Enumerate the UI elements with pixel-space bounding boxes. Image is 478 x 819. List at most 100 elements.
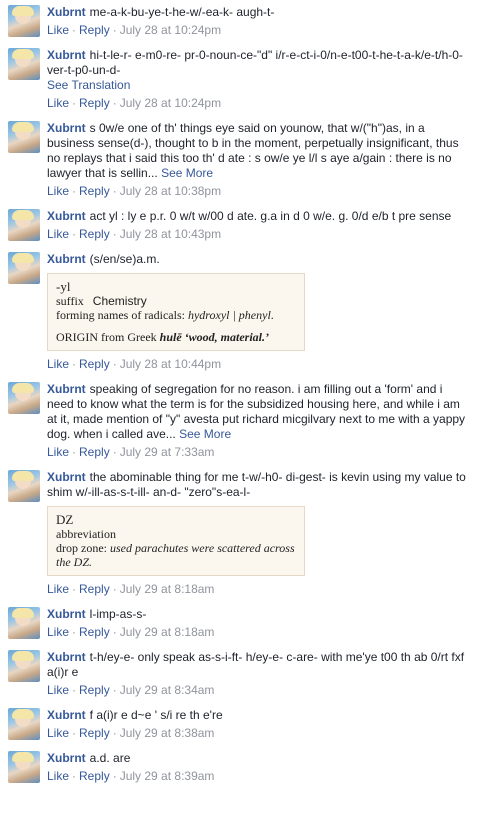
avatar[interactable]: [8, 708, 40, 740]
dict-origin-meaning: ‘wood, material.’: [184, 330, 269, 344]
avatar[interactable]: [8, 209, 40, 241]
comment-author[interactable]: Xubrnt: [47, 121, 86, 135]
timestamp[interactable]: July 29 at 8:34am: [120, 683, 215, 697]
reply-link[interactable]: Reply: [79, 96, 110, 110]
comment-text: f a(i)r e d~e ' s/i re th e're: [89, 708, 223, 722]
comment: Xubrnt speaking of segregation for no rea…: [0, 375, 478, 463]
see-translation-link[interactable]: See Translation: [47, 78, 472, 93]
like-link[interactable]: Like: [47, 582, 69, 596]
like-link[interactable]: Like: [47, 445, 69, 459]
reply-link[interactable]: Reply: [79, 445, 110, 459]
timestamp[interactable]: July 29 at 8:38am: [120, 726, 215, 740]
comment-text: hi-t-le-r- e-m0-re- pr-0-noun-ce-"d" i/r…: [47, 48, 463, 77]
comment: Xubrnt l-imp-as-s- Like · Reply · July 29 at …: [0, 600, 478, 643]
comment-actions: Like · Reply · July 28 at 10:24pm: [47, 96, 222, 110]
avatar[interactable]: [8, 382, 40, 414]
avatar[interactable]: [8, 121, 40, 153]
comment-author[interactable]: Xubrnt: [47, 751, 86, 765]
comment-text: speaking of segregation for no reason. i…: [47, 382, 466, 441]
timestamp[interactable]: July 28 at 10:24pm: [120, 96, 221, 110]
timestamp[interactable]: July 29 at 8:18am: [120, 625, 215, 639]
like-link[interactable]: Like: [47, 625, 69, 639]
timestamp[interactable]: July 28 at 10:38pm: [120, 184, 221, 198]
comment-body: Xubrnt act yl : ly e p.r. 0 w/t w/00 d at…: [47, 209, 472, 242]
reply-link[interactable]: Reply: [79, 23, 110, 37]
comment: Xubrnt a.d. are Like · Reply · July 29 at 8:3…: [0, 744, 478, 787]
comment-text: l-imp-as-s-: [89, 607, 147, 621]
see-more-link[interactable]: See More: [179, 427, 231, 441]
avatar[interactable]: [8, 470, 40, 502]
comment: Xubrnt hi-t-le-r- e-m0-re- pr-0-noun-ce-"…: [0, 41, 478, 114]
comment-actions: Like · Reply · July 28 at 10:24pm: [47, 23, 222, 37]
comment: Xubrnt s 0w/e one of th' things eye said …: [0, 114, 478, 202]
dict-headword: DZ: [56, 512, 74, 527]
comment: Xubrnt act yl : ly e p.r. 0 w/t w/00 d at…: [0, 202, 478, 245]
comment-body: Xubrnt (s/en/se)a.m. -yl suffix Chemistry…: [47, 252, 472, 372]
comment-body: Xubrnt hi-t-le-r- e-m0-re- pr-0-noun-ce-"…: [47, 48, 472, 111]
avatar[interactable]: [8, 48, 40, 80]
comment-body: Xubrnt a.d. are Like · Reply · July 29 at 8:3…: [47, 751, 472, 784]
timestamp[interactable]: July 28 at 10:24pm: [120, 23, 221, 37]
like-link[interactable]: Like: [47, 184, 69, 198]
like-link[interactable]: Like: [47, 23, 69, 37]
like-link[interactable]: Like: [47, 726, 69, 740]
timestamp[interactable]: July 29 at 8:39am: [120, 769, 215, 783]
comment-author[interactable]: Xubrnt: [47, 708, 86, 722]
avatar[interactable]: [8, 252, 40, 284]
like-link[interactable]: Like: [47, 227, 69, 241]
reply-link[interactable]: Reply: [79, 769, 110, 783]
reply-link[interactable]: Reply: [79, 582, 110, 596]
comment-author[interactable]: Xubrnt: [47, 470, 86, 484]
dictionary-image[interactable]: DZ abbreviation drop zone: used parachut…: [47, 506, 305, 576]
see-more-link[interactable]: See More: [161, 166, 213, 180]
comment-author[interactable]: Xubrnt: [47, 382, 86, 396]
reply-link[interactable]: Reply: [79, 683, 110, 697]
comment: Xubrnt the abominable thing for me t-w/-h…: [0, 463, 478, 600]
like-link[interactable]: Like: [47, 357, 69, 371]
comment-text: act yl : ly e p.r. 0 w/t w/00 d ate. g.a…: [89, 209, 452, 223]
comment-text: s 0w/e one of th' things eye said on you…: [47, 121, 459, 180]
comment-actions: Like · Reply · July 29 at 8:18am: [47, 625, 215, 639]
dict-pos: abbreviation: [56, 527, 116, 541]
timestamp[interactable]: July 28 at 10:43pm: [120, 227, 221, 241]
like-link[interactable]: Like: [47, 769, 69, 783]
dict-definition: forming names of radicals:: [56, 308, 185, 322]
comment-actions: Like · Reply · July 29 at 8:18am: [47, 582, 215, 596]
reply-link[interactable]: Reply: [79, 227, 110, 241]
comment-body: Xubrnt f a(i)r e d~e ' s/i re th e're Lik…: [47, 708, 472, 741]
dict-examples: hydroxyl | phenyl: [187, 308, 271, 322]
dict-origin-text: from Greek: [101, 330, 157, 344]
comment-author[interactable]: Xubrnt: [47, 48, 86, 62]
reply-link[interactable]: Reply: [79, 184, 110, 198]
dictionary-image[interactable]: -yl suffix Chemistry forming names of ra…: [47, 273, 305, 351]
reply-link[interactable]: Reply: [79, 726, 110, 740]
comment-author[interactable]: Xubrnt: [47, 5, 86, 19]
comment-body: Xubrnt s 0w/e one of th' things eye said …: [47, 121, 472, 199]
comment-author[interactable]: Xubrnt: [47, 607, 86, 621]
comment-actions: Like · Reply · July 28 at 10:38pm: [47, 184, 222, 198]
comment: Xubrnt (s/en/se)a.m. -yl suffix Chemistry…: [0, 245, 478, 375]
comment-author[interactable]: Xubrnt: [47, 650, 86, 664]
comment-body: Xubrnt speaking of segregation for no rea…: [47, 382, 472, 460]
avatar[interactable]: [8, 751, 40, 783]
timestamp[interactable]: July 29 at 7:33am: [120, 445, 215, 459]
comment-body: Xubrnt me-a-k-bu-ye-t-he-w/-ea-k- augh-t-…: [47, 5, 472, 38]
comment-body: Xubrnt l-imp-as-s- Like · Reply · July 29 at …: [47, 607, 472, 640]
reply-link[interactable]: Reply: [79, 625, 110, 639]
comment-text: t-h/ey-e- only speak as-s-i-ft- h/ey-e- …: [47, 650, 465, 679]
dict-origin-word: hulē: [159, 330, 182, 344]
dict-origin-label: ORIGIN: [56, 330, 98, 344]
comment-actions: Like · Reply · July 29 at 8:34am: [47, 683, 215, 697]
avatar[interactable]: [8, 650, 40, 682]
timestamp[interactable]: July 29 at 8:18am: [120, 582, 215, 596]
avatar[interactable]: [8, 607, 40, 639]
dict-definition: drop zone:: [56, 541, 107, 555]
comment-author[interactable]: Xubrnt: [47, 209, 86, 223]
avatar[interactable]: [8, 5, 40, 37]
timestamp[interactable]: July 28 at 10:44pm: [120, 357, 221, 371]
like-link[interactable]: Like: [47, 96, 69, 110]
like-link[interactable]: Like: [47, 683, 69, 697]
comment-actions: Like · Reply · July 28 at 10:44pm: [47, 357, 222, 371]
reply-link[interactable]: Reply: [79, 357, 110, 371]
comment-author[interactable]: Xubrnt: [47, 252, 86, 266]
